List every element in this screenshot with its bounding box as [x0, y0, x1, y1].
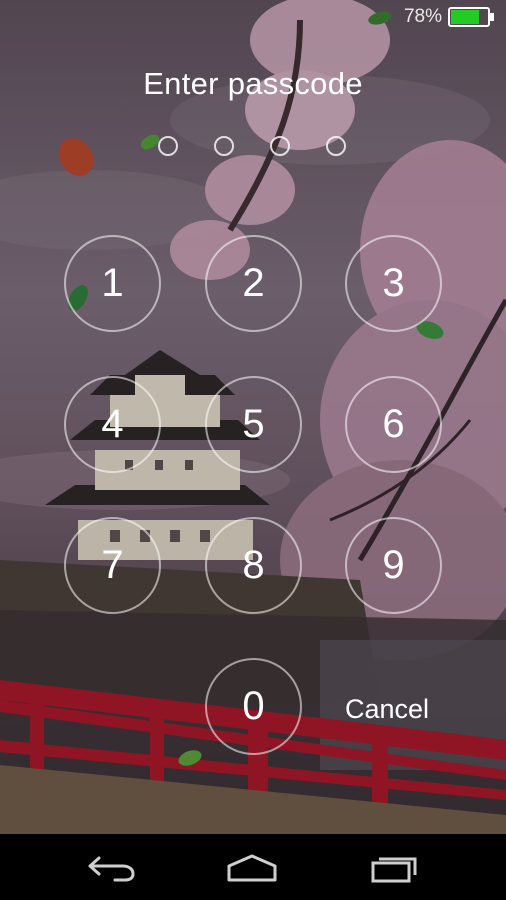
passcode-title: Enter passcode	[143, 66, 363, 101]
back-button[interactable]	[82, 848, 142, 888]
passcode-indicator	[0, 136, 506, 158]
passcode-dot	[326, 136, 346, 156]
key-label: 5	[242, 402, 265, 446]
recent-apps-icon	[371, 857, 417, 883]
key-7[interactable]: 7	[64, 517, 161, 614]
key-label: 1	[101, 261, 124, 305]
recent-apps-button[interactable]	[364, 848, 424, 888]
key-4[interactable]: 4	[64, 376, 161, 473]
key-label: 3	[382, 261, 405, 305]
passcode-dot	[158, 136, 178, 156]
home-button[interactable]	[222, 848, 282, 888]
key-8[interactable]: 8	[205, 517, 302, 614]
passcode-dot	[214, 136, 234, 156]
back-arrow-icon	[88, 856, 135, 882]
key-label: 6	[382, 402, 405, 446]
key-3[interactable]: 3	[345, 235, 442, 332]
navigation-bar	[0, 834, 506, 900]
key-1[interactable]: 1	[64, 235, 161, 332]
key-5[interactable]: 5	[205, 376, 302, 473]
key-label: 9	[382, 543, 405, 587]
key-label: 7	[101, 543, 124, 587]
battery-percentage: 78%	[403, 6, 442, 27]
battery-icon	[448, 7, 494, 27]
key-label: 2	[242, 261, 265, 305]
key-label: 8	[242, 543, 265, 587]
passcode-dot	[270, 136, 290, 156]
home-icon	[227, 854, 277, 882]
key-6[interactable]: 6	[345, 376, 442, 473]
key-0[interactable]: 0	[205, 658, 302, 755]
key-label: 4	[101, 402, 124, 446]
status-bar: 78%	[0, 0, 506, 34]
key-2[interactable]: 2	[205, 235, 302, 332]
key-label: 0	[242, 684, 265, 728]
cancel-button[interactable]: Cancel	[332, 694, 442, 730]
key-9[interactable]: 9	[345, 517, 442, 614]
